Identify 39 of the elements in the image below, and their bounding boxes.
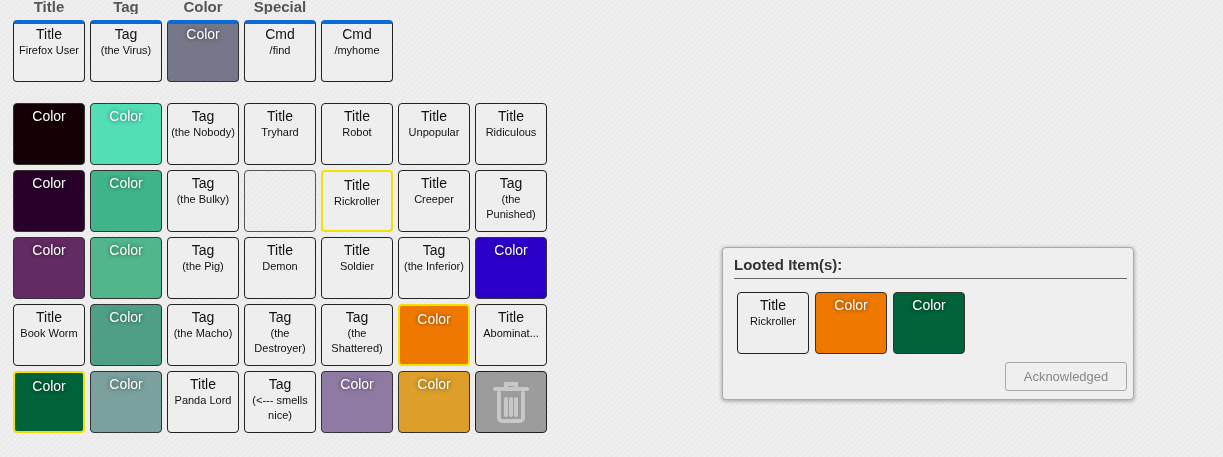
- tag-card[interactable]: Tag (the Virus): [90, 20, 162, 82]
- empty-slot[interactable]: [244, 170, 316, 232]
- title-card[interactable]: Title Robot: [321, 103, 393, 165]
- title-card[interactable]: Title Ridiculous: [475, 103, 547, 165]
- tag-card[interactable]: Tag (the Destroyer): [244, 304, 316, 366]
- color-card[interactable]: Color: [893, 292, 965, 354]
- title-card[interactable]: Title Panda Lord: [167, 371, 239, 433]
- color-card[interactable]: Color: [13, 170, 85, 232]
- color-card[interactable]: Color: [13, 237, 85, 299]
- color-card[interactable]: Color: [475, 237, 547, 299]
- tag-card[interactable]: Tag (the Pig): [167, 237, 239, 299]
- color-card[interactable]: Color: [167, 20, 239, 82]
- tag-card[interactable]: Tag (the Shattered): [321, 304, 393, 366]
- title-card[interactable]: Title Firefox User: [13, 20, 85, 82]
- title-card[interactable]: Title Tryhard: [244, 103, 316, 165]
- title-card[interactable]: Title Abominat...: [475, 304, 547, 366]
- column-heading: Color: [182, 0, 224, 14]
- tag-card[interactable]: Tag (the Punished): [475, 170, 547, 232]
- title-card[interactable]: Title Rickroller: [737, 292, 809, 354]
- color-card[interactable]: Color: [13, 371, 85, 433]
- dialog-title: Looted Item(s):: [734, 256, 1127, 279]
- tag-card[interactable]: Tag (<--- smells nice): [244, 371, 316, 433]
- color-card[interactable]: Color: [321, 371, 393, 433]
- tag-card[interactable]: Tag (the Bulky): [167, 170, 239, 232]
- command-card[interactable]: Cmd /myhome: [321, 20, 393, 82]
- trash-button[interactable]: [475, 371, 547, 433]
- tag-card[interactable]: Tag (the Inferior): [398, 237, 470, 299]
- command-card[interactable]: Cmd /find: [244, 20, 316, 82]
- title-card[interactable]: Title Book Worm: [13, 304, 85, 366]
- title-card[interactable]: Title Unpopular: [398, 103, 470, 165]
- tag-card[interactable]: Tag (the Macho): [167, 304, 239, 366]
- column-heading: Title: [32, 0, 66, 14]
- tag-card[interactable]: Tag (the Nobody): [167, 103, 239, 165]
- title-card[interactable]: Title Soldier: [321, 237, 393, 299]
- title-card[interactable]: Title Creeper: [398, 170, 470, 232]
- trash-icon: [492, 380, 530, 424]
- title-card[interactable]: Title Rickroller: [321, 170, 393, 232]
- color-card[interactable]: Color: [13, 103, 85, 165]
- title-card[interactable]: Title Demon: [244, 237, 316, 299]
